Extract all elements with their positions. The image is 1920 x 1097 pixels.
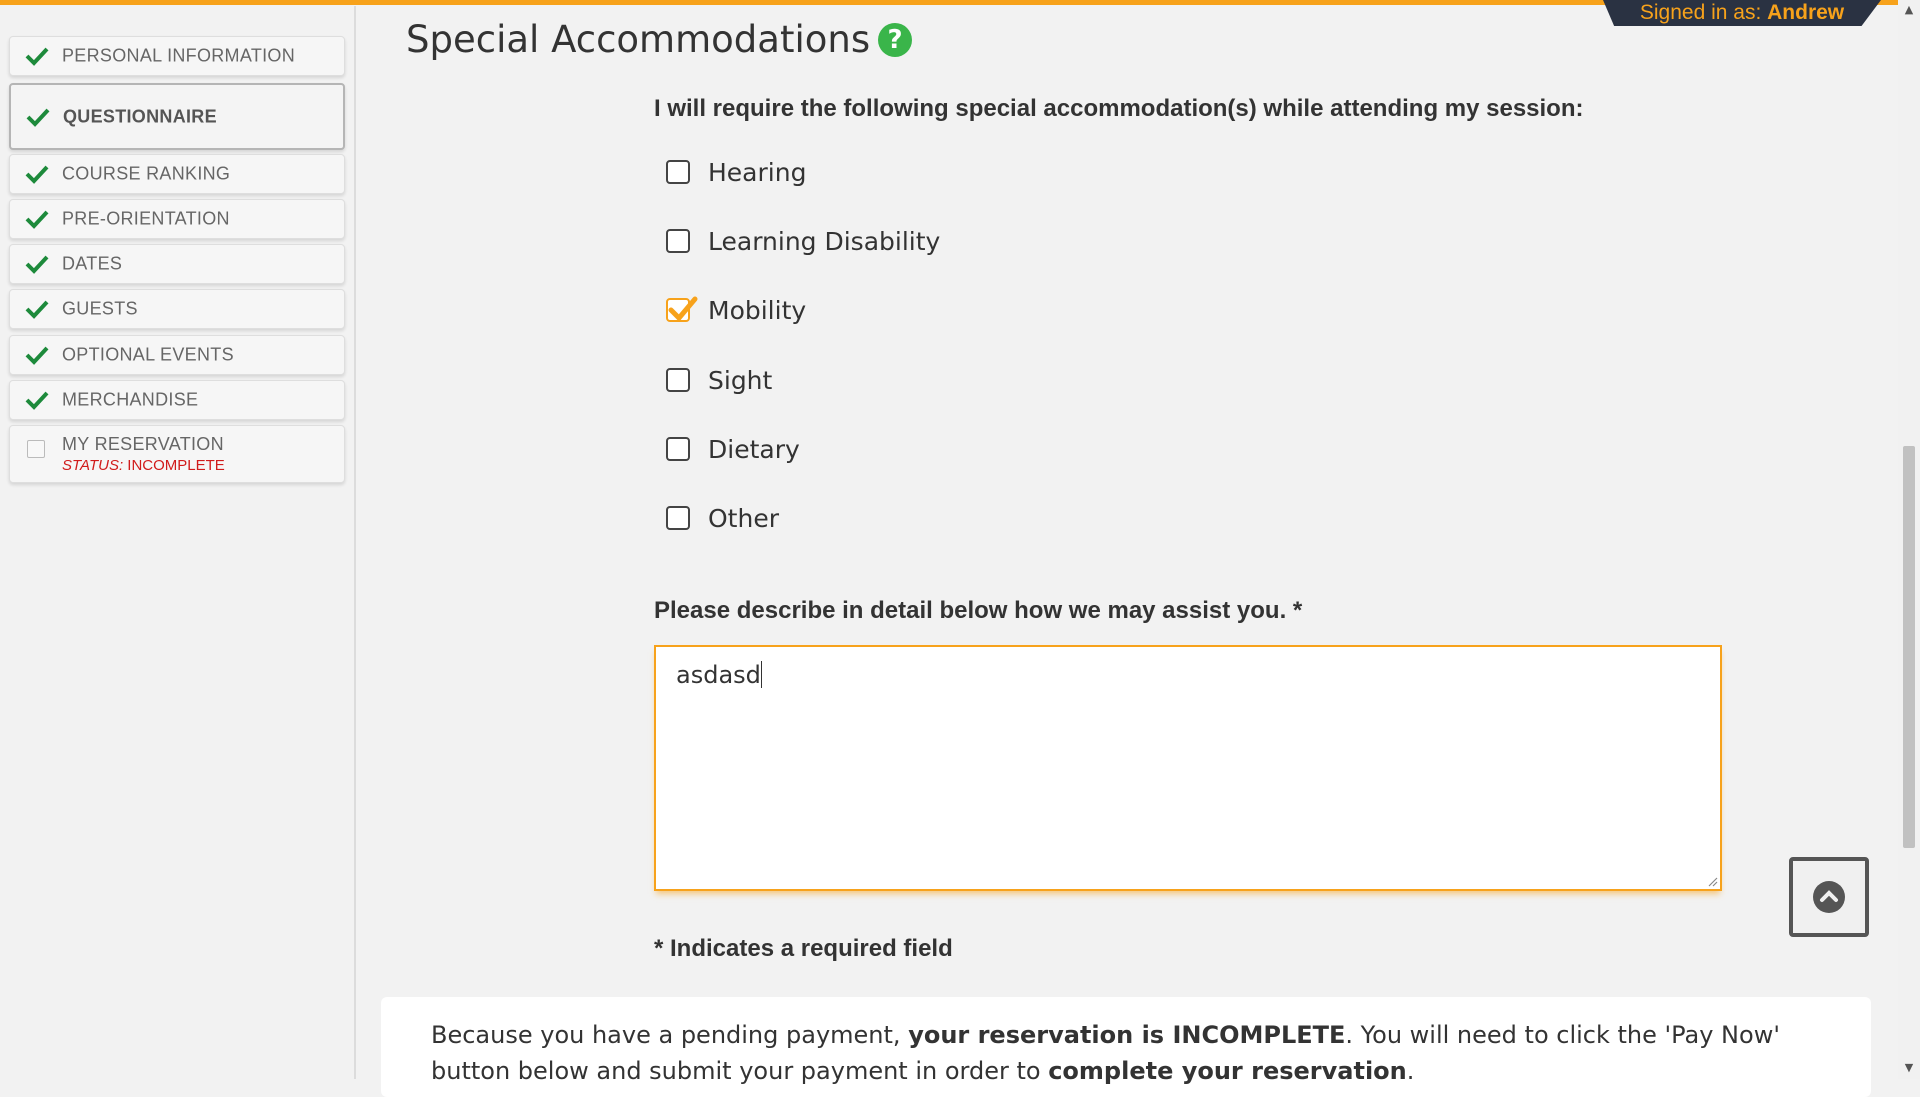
option-dietary[interactable]: Dietary	[666, 434, 800, 464]
sidebar-item-label: PRE-ORIENTATION	[62, 208, 230, 229]
notice-text: Because you have a pending payment, your…	[431, 1017, 1851, 1089]
option-hearing[interactable]: Hearing	[666, 157, 806, 187]
option-learning-disability[interactable]: Learning Disability	[666, 226, 940, 256]
option-label: Sight	[708, 365, 773, 395]
page-title-text: Special Accommodations	[406, 18, 871, 61]
sidebar-item-optional-events[interactable]: OPTIONAL EVENTS	[9, 335, 345, 375]
checkbox-other[interactable]	[666, 506, 690, 530]
option-sight[interactable]: Sight	[666, 365, 772, 395]
check-icon	[25, 165, 49, 184]
sidebar-item-pre-orientation[interactable]: PRE-ORIENTATION	[9, 199, 345, 239]
sidebar-item-personal-information[interactable]: PERSONAL INFORMATION	[9, 36, 345, 76]
sidebar-item-label: COURSE RANKING	[62, 163, 231, 184]
sidebar-item-label-group: MY RESERVATION STATUS: INCOMPLETE	[62, 434, 225, 474]
checkbox-hearing[interactable]	[666, 160, 690, 184]
notice-bold-status: your reservation is INCOMPLETE	[908, 1021, 1346, 1049]
sidebar-item-my-reservation[interactable]: MY RESERVATION STATUS: INCOMPLETE	[9, 425, 345, 483]
scroll-up-arrow-icon[interactable]: ▲	[1903, 4, 1915, 16]
notice-text-part: .	[1406, 1057, 1415, 1085]
text-caret	[760, 661, 762, 688]
checkbox-dietary[interactable]	[666, 437, 690, 461]
sidebar-divider	[354, 6, 356, 1079]
resize-grip-icon[interactable]	[1706, 875, 1718, 887]
checkmark-icon	[668, 296, 698, 322]
scrollbar-thumb[interactable]	[1903, 446, 1915, 848]
option-label: Learning Disability	[708, 226, 941, 256]
check-icon	[26, 108, 50, 127]
required-field-note: * Indicates a required field	[654, 935, 953, 962]
option-label: Other	[708, 503, 779, 533]
sidebar-item-label: DATES	[62, 253, 123, 274]
pending-payment-notice: Because you have a pending payment, your…	[381, 997, 1871, 1097]
chevron-up-icon	[1813, 881, 1845, 913]
sidebar-item-merchandise[interactable]: MERCHANDISE	[9, 380, 345, 420]
sidebar-item-label: OPTIONAL EVENTS	[62, 344, 234, 365]
page-scrollbar[interactable]: ▲ ▼	[1898, 0, 1920, 1079]
check-icon	[25, 47, 49, 66]
textarea-value: asdasd	[676, 661, 761, 689]
accommodation-question: I will require the following special acc…	[654, 95, 1584, 122]
checkbox-learning-disability[interactable]	[666, 229, 690, 253]
check-icon	[25, 210, 49, 229]
sidebar-item-dates[interactable]: DATES	[9, 244, 345, 284]
notice-text-part: Because you have a pending payment,	[431, 1021, 909, 1049]
assistance-details-textarea[interactable]: asdasd	[654, 645, 1722, 891]
sidebar-item-questionnaire[interactable]: QUESTIONNAIRE	[9, 83, 345, 150]
status-value: INCOMPLETE	[127, 457, 225, 474]
scroll-down-arrow-icon[interactable]: ▼	[1903, 1062, 1915, 1074]
scroll-to-top-button[interactable]	[1789, 857, 1869, 937]
check-icon	[25, 255, 49, 274]
status-label: STATUS:	[62, 457, 124, 474]
sidebar-item-label: PERSONAL INFORMATION	[62, 45, 296, 66]
signed-in-prefix: Signed in as:	[1639, 1, 1762, 24]
sidebar-item-label: GUESTS	[62, 298, 138, 319]
sidebar-item-label: MERCHANDISE	[62, 389, 199, 410]
option-label: Mobility	[708, 295, 807, 325]
assistance-details-label: Please describe in detail below how we m…	[654, 597, 1303, 624]
option-label: Dietary	[708, 434, 800, 464]
page-title: Special Accommodations?	[406, 18, 913, 61]
check-icon	[25, 300, 49, 319]
checkbox-mobility[interactable]	[666, 296, 698, 322]
option-mobility[interactable]: Mobility	[666, 295, 806, 325]
sidebar-item-label: QUESTIONNAIRE	[63, 106, 217, 126]
signed-in-user: Andrew	[1767, 1, 1845, 24]
notice-bold-action: complete your reservation	[1048, 1057, 1407, 1085]
sidebar-item-guests[interactable]: GUESTS	[9, 289, 345, 329]
check-icon	[25, 391, 49, 410]
help-icon[interactable]: ?	[878, 23, 913, 57]
option-label: Hearing	[708, 157, 807, 187]
signed-in-banner: Signed in as: Andrew	[1603, 0, 1881, 26]
sidebar-item-label: MY RESERVATION	[62, 434, 224, 454]
reservation-status: STATUS: INCOMPLETE	[62, 457, 225, 474]
option-other[interactable]: Other	[666, 503, 779, 533]
sidebar-nav: PERSONAL INFORMATION QUESTIONNAIRE COURS…	[0, 0, 354, 1079]
incomplete-checkbox-icon	[27, 440, 45, 458]
sidebar-item-course-ranking[interactable]: COURSE RANKING	[9, 154, 345, 194]
checkbox-sight[interactable]	[666, 368, 690, 392]
check-icon	[25, 346, 49, 365]
